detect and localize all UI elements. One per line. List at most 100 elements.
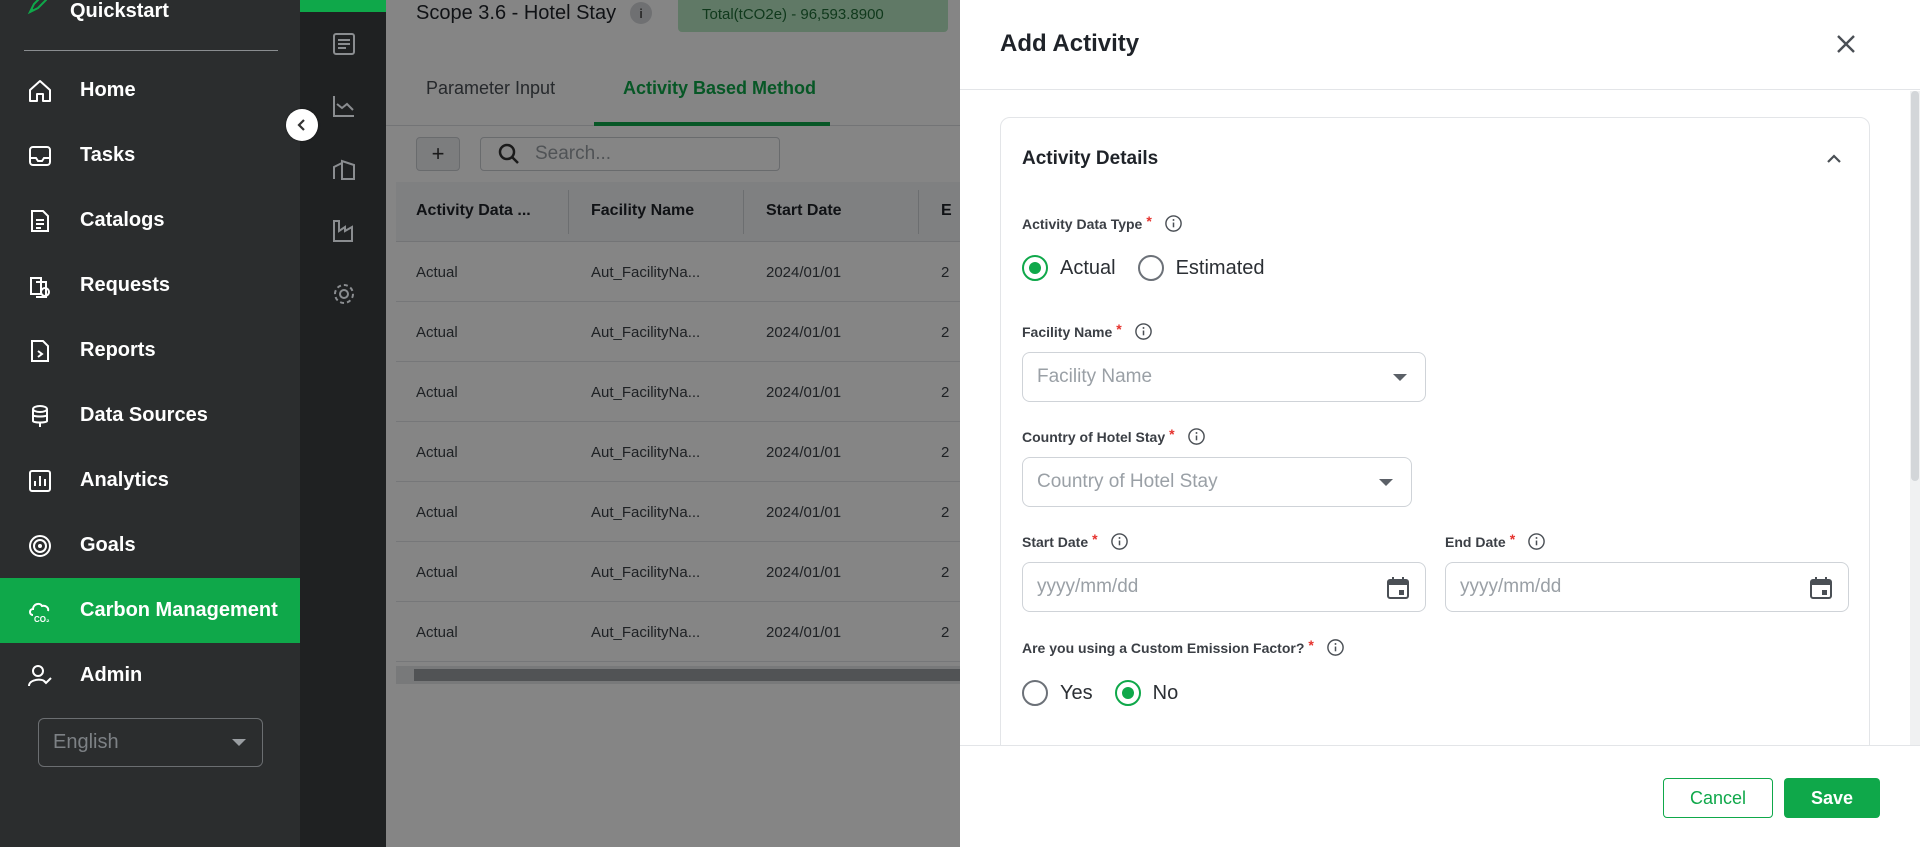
custom-factor-options: Yes No	[1022, 680, 1188, 706]
sidebar-item-requests[interactable]: Requests	[0, 253, 300, 318]
svg-text:CO₂: CO₂	[34, 615, 50, 624]
required-mark: *	[1092, 530, 1098, 547]
sidebar-item-home[interactable]: Home	[0, 58, 300, 123]
info-icon[interactable]	[1134, 322, 1153, 341]
analytics-icon	[29, 469, 51, 492]
required-mark: *	[1509, 530, 1516, 547]
required-mark: *	[1116, 320, 1122, 337]
sidebar-item-label: Carbon Management	[80, 599, 278, 621]
radio-label: Yes	[1060, 681, 1093, 704]
field-label: End Date	[1445, 533, 1506, 550]
date-placeholder: yyyy/mm/dd	[1037, 576, 1139, 597]
rocket-icon	[27, 0, 47, 15]
radio-label: No	[1152, 681, 1179, 704]
quickstart-label: Quickstart	[70, 0, 169, 22]
field-label: Country of Hotel Stay	[1022, 428, 1166, 445]
chevron-up-icon[interactable]	[1823, 148, 1845, 170]
info-icon[interactable]	[1164, 214, 1183, 233]
activity-data-type-options: Actual Estimated	[1022, 255, 1275, 281]
sidebar-item-data-sources[interactable]: Data Sources	[0, 383, 300, 448]
sidebar-item-label: Reports	[80, 339, 156, 361]
field-label: Facility Name	[1022, 323, 1113, 340]
carbon-cloud-icon: CO₂	[29, 602, 50, 624]
factory-icon[interactable]	[330, 217, 358, 245]
field-label: Activity Data Type	[1022, 215, 1143, 232]
settings-gear-icon[interactable]	[330, 280, 358, 308]
activity-data-type-label: Activity Data Type *	[1022, 212, 1183, 233]
calendar-icon[interactable]	[1808, 575, 1834, 601]
sidebar-item-label: Catalogs	[80, 209, 165, 231]
sidebar-item-reports[interactable]: Reports	[0, 318, 300, 383]
required-mark: *	[1308, 636, 1314, 653]
scrollbar-thumb[interactable]	[1911, 91, 1919, 481]
start-date-field[interactable]: yyyy/mm/dd	[1022, 562, 1426, 612]
section-title: Activity Details	[1022, 148, 1159, 169]
radio-estimated[interactable]	[1137, 255, 1164, 281]
select-placeholder: Facility Name	[1037, 366, 1153, 387]
language-value: English	[53, 731, 119, 753]
required-mark: *	[1169, 425, 1175, 442]
select-placeholder: Country of Hotel Stay	[1037, 471, 1218, 492]
home-icon	[29, 79, 51, 102]
radio-label: Estimated	[1175, 256, 1265, 279]
end-date-field[interactable]: yyyy/mm/dd	[1445, 562, 1849, 612]
catalog-icon	[31, 209, 49, 232]
info-icon[interactable]	[1187, 427, 1206, 446]
required-mark: *	[1146, 212, 1152, 229]
chevron-down-icon	[232, 739, 246, 746]
sidebar-item-label: Goals	[80, 534, 136, 556]
collapse-sidebar-button[interactable]	[286, 109, 318, 141]
drawer-title: Add Activity	[1000, 30, 1140, 57]
facility-name-select[interactable]: Facility Name	[1022, 352, 1426, 402]
sidebar-item-admin[interactable]: Admin	[0, 643, 300, 708]
chevron-left-icon	[297, 119, 305, 131]
end-date-label: End Date *	[1445, 530, 1546, 551]
sidebar-item-carbon-management[interactable]: CO₂ Carbon Management	[0, 578, 300, 643]
sidebar-item-catalogs[interactable]: Catalogs	[0, 188, 300, 253]
admin-user-icon	[28, 664, 52, 686]
sidebar-item-tasks[interactable]: Tasks	[0, 123, 300, 188]
start-date-label: Start Date *	[1022, 530, 1129, 551]
save-button[interactable]: Save	[1784, 778, 1880, 818]
ledger-icon[interactable]	[330, 30, 358, 58]
radio-actual[interactable]	[1022, 255, 1048, 281]
sidebar-item-label: Home	[80, 79, 136, 101]
reports-icon	[31, 339, 49, 362]
country-label: Country of Hotel Stay *	[1022, 425, 1206, 446]
quickstart-link[interactable]: Quickstart	[24, 0, 169, 22]
inbox-icon	[29, 145, 51, 166]
sidebar-item-label: Tasks	[80, 144, 136, 166]
info-icon[interactable]	[1326, 638, 1345, 657]
drawer-header: Add Activity	[960, 0, 1920, 90]
drawer-footer: Cancel Save	[960, 745, 1920, 847]
requests-icon	[30, 276, 50, 298]
drawer-body: Activity Details Activity Data Type * Ac…	[960, 91, 1920, 745]
sidebar-item-label: Analytics	[80, 469, 169, 491]
target-icon	[29, 534, 51, 557]
sidebar: Quickstart Home Tasks Catalogs Requests …	[0, 0, 300, 847]
radio-label: Actual	[1060, 256, 1116, 279]
sidebar-item-goals[interactable]: Goals	[0, 513, 300, 578]
buildings-icon[interactable]	[330, 155, 358, 183]
country-select[interactable]: Country of Hotel Stay	[1022, 457, 1412, 507]
info-icon[interactable]	[1527, 532, 1546, 551]
radio-no[interactable]	[1114, 680, 1141, 706]
calendar-icon[interactable]	[1385, 575, 1411, 601]
drawer-vertical-scrollbar[interactable]	[1910, 91, 1920, 745]
cancel-button[interactable]: Cancel	[1663, 778, 1773, 818]
radio-yes[interactable]	[1022, 680, 1048, 706]
database-icon	[32, 404, 48, 427]
line-chart-icon[interactable]	[330, 92, 358, 120]
sidebar-item-label: Admin	[80, 664, 143, 686]
sidebar-divider	[24, 50, 278, 51]
custom-factor-label: Are you using a Custom Emission Factor? …	[1022, 636, 1345, 657]
sidebar-item-label: Requests	[80, 274, 171, 296]
sidebar-item-analytics[interactable]: Analytics	[0, 448, 300, 513]
sidebar-nav: Home Tasks Catalogs Requests Reports Dat…	[0, 58, 300, 708]
field-label: Start Date	[1022, 533, 1089, 550]
activity-details-section: Activity Details Activity Data Type * Ac…	[1000, 117, 1870, 745]
language-select[interactable]: English	[38, 718, 263, 767]
info-icon[interactable]	[1110, 532, 1129, 551]
active-rail-indicator	[300, 0, 386, 12]
close-icon[interactable]	[1832, 30, 1860, 58]
